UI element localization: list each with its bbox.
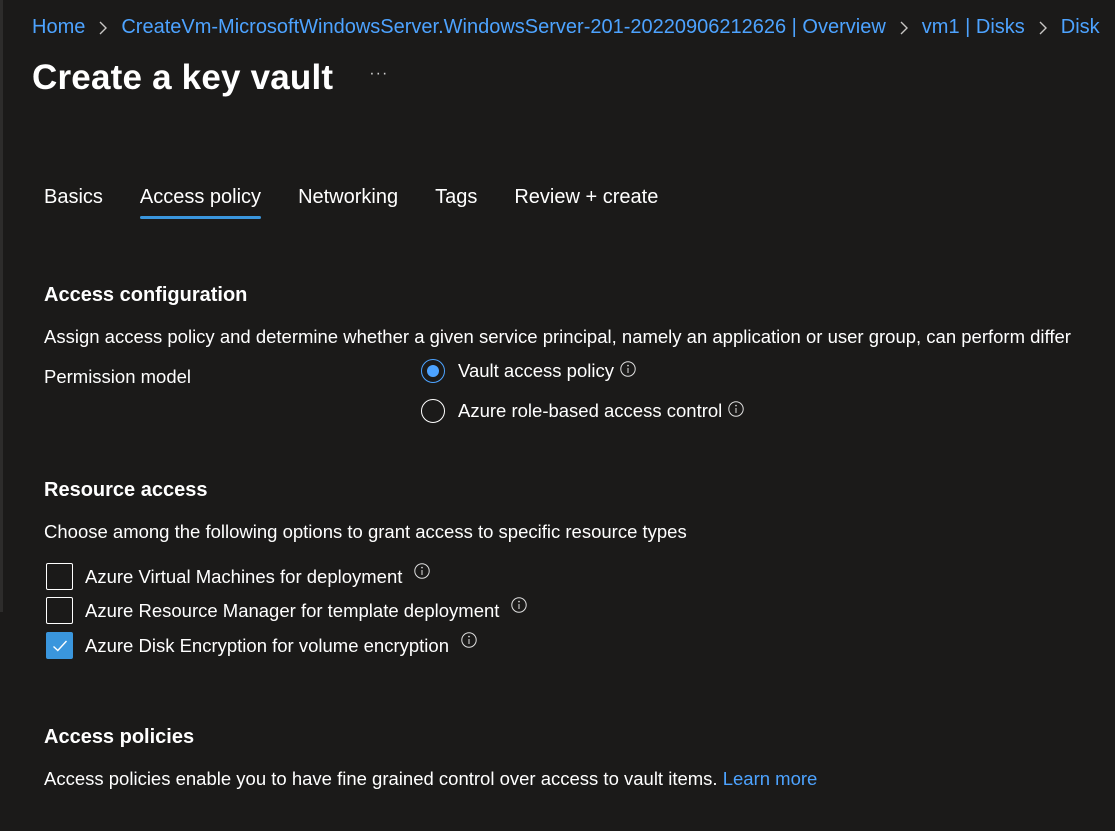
radio-label: Azure role-based access control: [458, 400, 723, 421]
checkbox-unchecked[interactable]: [46, 563, 73, 590]
checkbox-label: Azure Virtual Machines for deployment: [85, 565, 403, 587]
access-configuration-heading: Access configuration: [44, 284, 248, 306]
radio-vault-access-policy[interactable]: Vault access policy: [421, 359, 636, 383]
tab-bar: Basics Access policy Networking Tags Rev…: [44, 186, 695, 219]
breadcrumb-vm1-disks[interactable]: vm1 | Disks: [922, 16, 1025, 39]
title-row: Create a key vault ···: [32, 58, 388, 98]
page-title: Create a key vault: [32, 58, 334, 97]
radio-button-unselected[interactable]: [421, 399, 445, 423]
info-icon[interactable]: [414, 562, 431, 579]
access-policies-description-row: Access policies enable you to have fine …: [44, 768, 817, 790]
radio-label: Vault access policy: [458, 360, 614, 381]
checkbox-label: Azure Disk Encryption for volume encrypt…: [85, 634, 449, 656]
tab-networking[interactable]: Networking: [298, 186, 398, 219]
info-icon[interactable]: [728, 401, 744, 417]
tab-basics[interactable]: Basics: [44, 186, 103, 219]
chevron-right-icon: [98, 21, 108, 35]
checkbox-row-azure-resource-manager[interactable]: Azure Resource Manager for template depl…: [46, 596, 528, 624]
breadcrumb-createvm-overview[interactable]: CreateVm-MicrosoftWindowsServer.WindowsS…: [121, 16, 885, 39]
radio-azure-rbac[interactable]: Azure role-based access control: [421, 399, 744, 423]
checkbox-row-azure-disk-encryption[interactable]: Azure Disk Encryption for volume encrypt…: [46, 631, 477, 659]
access-policies-description: Access policies enable you to have fine …: [44, 768, 718, 789]
access-configuration-description: Assign access policy and determine wheth…: [44, 326, 1071, 347]
more-options-button[interactable]: ···: [369, 65, 388, 83]
checkbox-checked[interactable]: [46, 632, 73, 659]
left-edge-divider: [0, 0, 3, 612]
checkmark-icon: [52, 640, 67, 651]
resource-access-heading: Resource access: [44, 479, 208, 501]
checkbox-label: Azure Resource Manager for template depl…: [85, 599, 500, 621]
info-icon[interactable]: [620, 361, 636, 377]
chevron-right-icon: [899, 21, 909, 35]
breadcrumb-home[interactable]: Home: [32, 16, 85, 39]
checkbox-unchecked[interactable]: [46, 597, 73, 624]
tab-access-policy[interactable]: Access policy: [139, 186, 262, 219]
tab-tags[interactable]: Tags: [435, 186, 477, 219]
chevron-right-icon: [1038, 21, 1048, 35]
breadcrumb-disk[interactable]: Disk: [1061, 16, 1100, 39]
create-key-vault-page: Home CreateVm-MicrosoftWindowsServer.Win…: [0, 0, 1115, 831]
learn-more-link[interactable]: Learn more: [723, 768, 818, 789]
resource-access-description: Choose among the following options to gr…: [44, 521, 687, 542]
info-icon[interactable]: [511, 596, 528, 613]
checkbox-row-azure-vm-deployment[interactable]: Azure Virtual Machines for deployment: [46, 562, 431, 590]
breadcrumb: Home CreateVm-MicrosoftWindowsServer.Win…: [32, 16, 1100, 39]
access-policies-heading: Access policies: [44, 726, 195, 748]
info-icon[interactable]: [461, 631, 477, 648]
tab-review-create[interactable]: Review + create: [514, 186, 658, 219]
radio-button-selected[interactable]: [421, 359, 445, 383]
permission-model-label: Permission model: [44, 366, 192, 387]
